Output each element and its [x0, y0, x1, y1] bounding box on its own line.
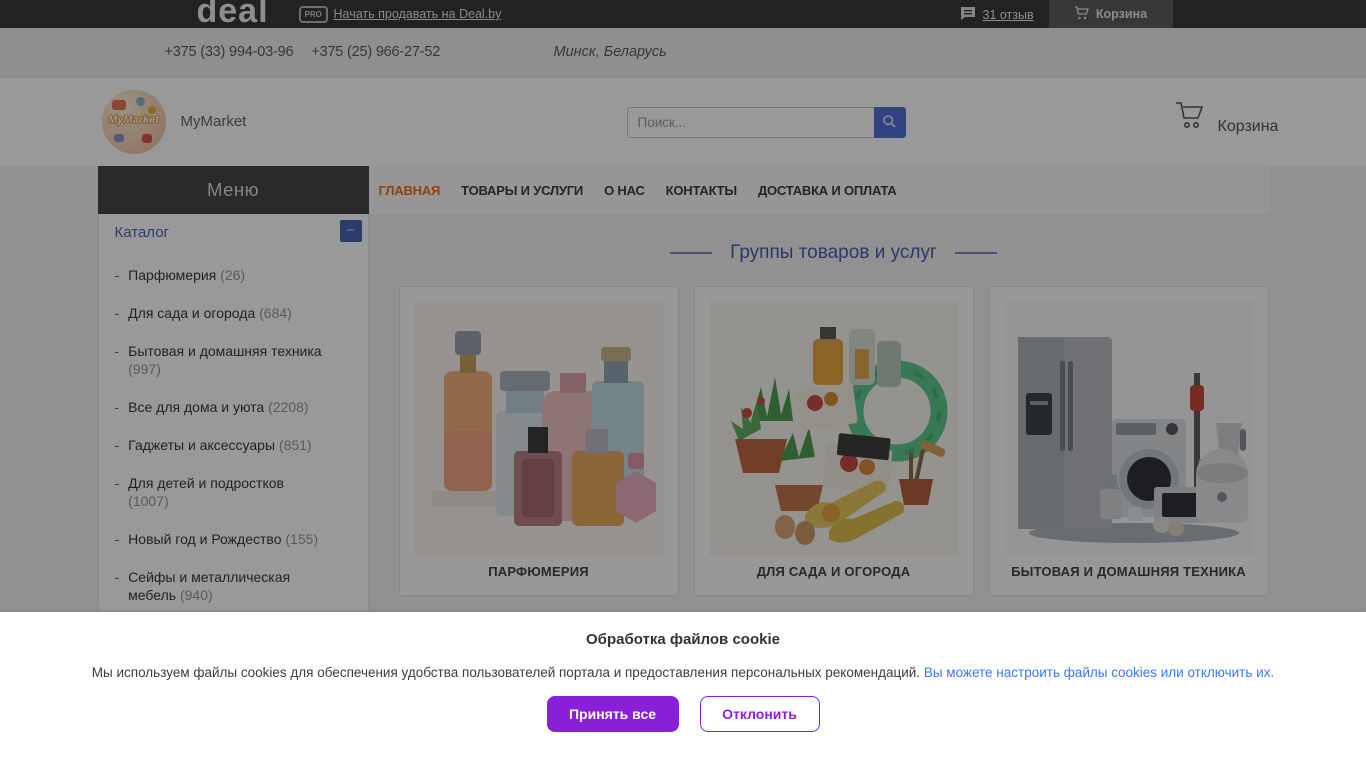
- cookie-text: Мы используем файлы cookies для обеспече…: [0, 665, 1366, 680]
- decline-cookies-button[interactable]: Отклонить: [700, 696, 820, 732]
- cookie-settings-link[interactable]: Вы можете настроить файлы cookies или от…: [924, 665, 1274, 680]
- cookie-title: Обработка файлов cookie: [0, 631, 1366, 648]
- accept-cookies-button[interactable]: Принять все: [547, 696, 679, 732]
- cookie-banner: Обработка файлов cookie Мы используем фа…: [0, 612, 1366, 768]
